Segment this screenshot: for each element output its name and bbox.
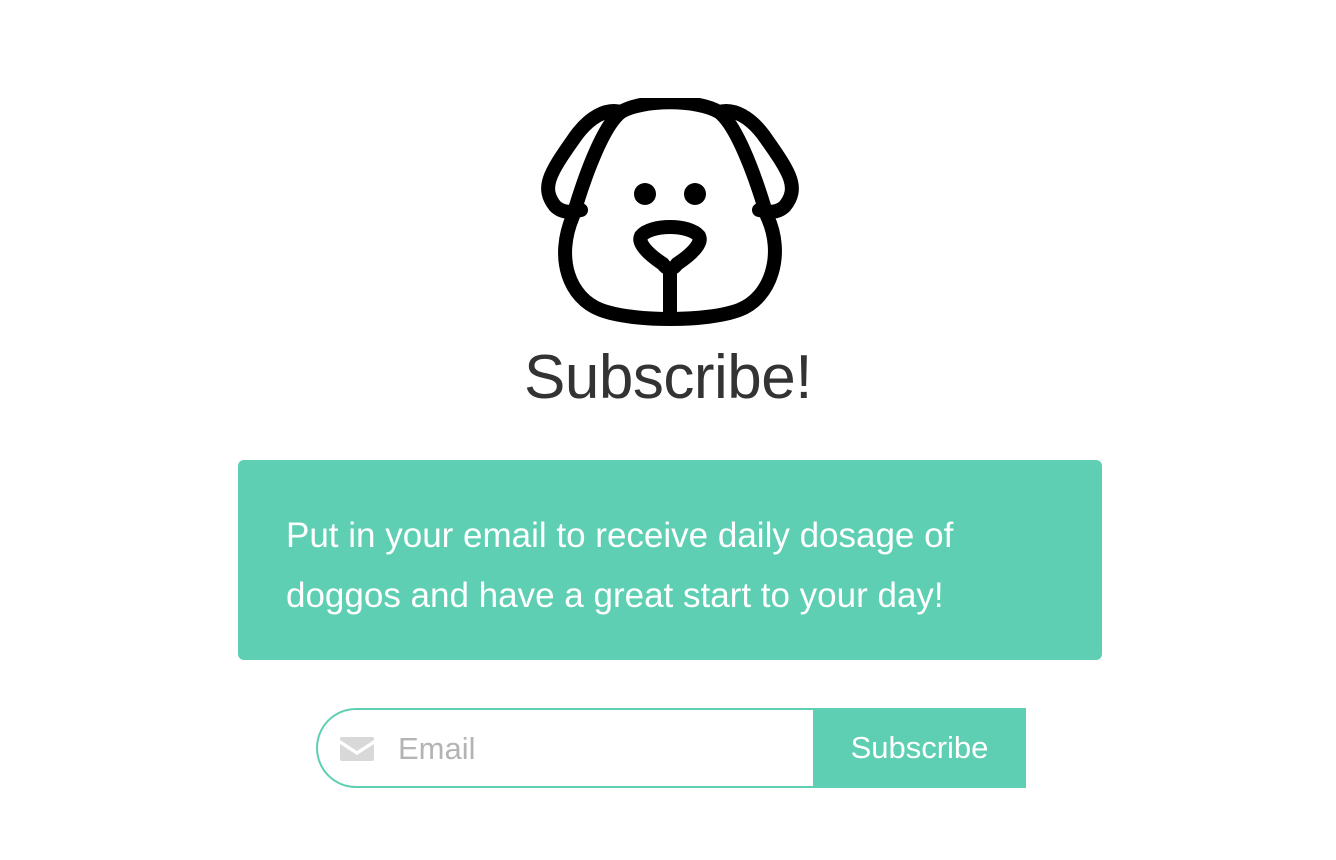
email-input[interactable] bbox=[398, 726, 798, 772]
subscribe-button[interactable]: Subscribe bbox=[813, 708, 1026, 788]
subscribe-form: Subscribe bbox=[316, 708, 1026, 788]
envelope-icon bbox=[340, 737, 374, 761]
email-field-container[interactable] bbox=[316, 708, 813, 788]
dog-face-icon bbox=[541, 98, 799, 326]
banner-text: Put in your email to receive daily dosag… bbox=[286, 516, 954, 615]
info-banner: Put in your email to receive daily dosag… bbox=[238, 460, 1102, 660]
page-title: Subscribe! bbox=[524, 343, 812, 412]
subscribe-page: Subscribe! Put in your email to receive … bbox=[0, 0, 1336, 860]
